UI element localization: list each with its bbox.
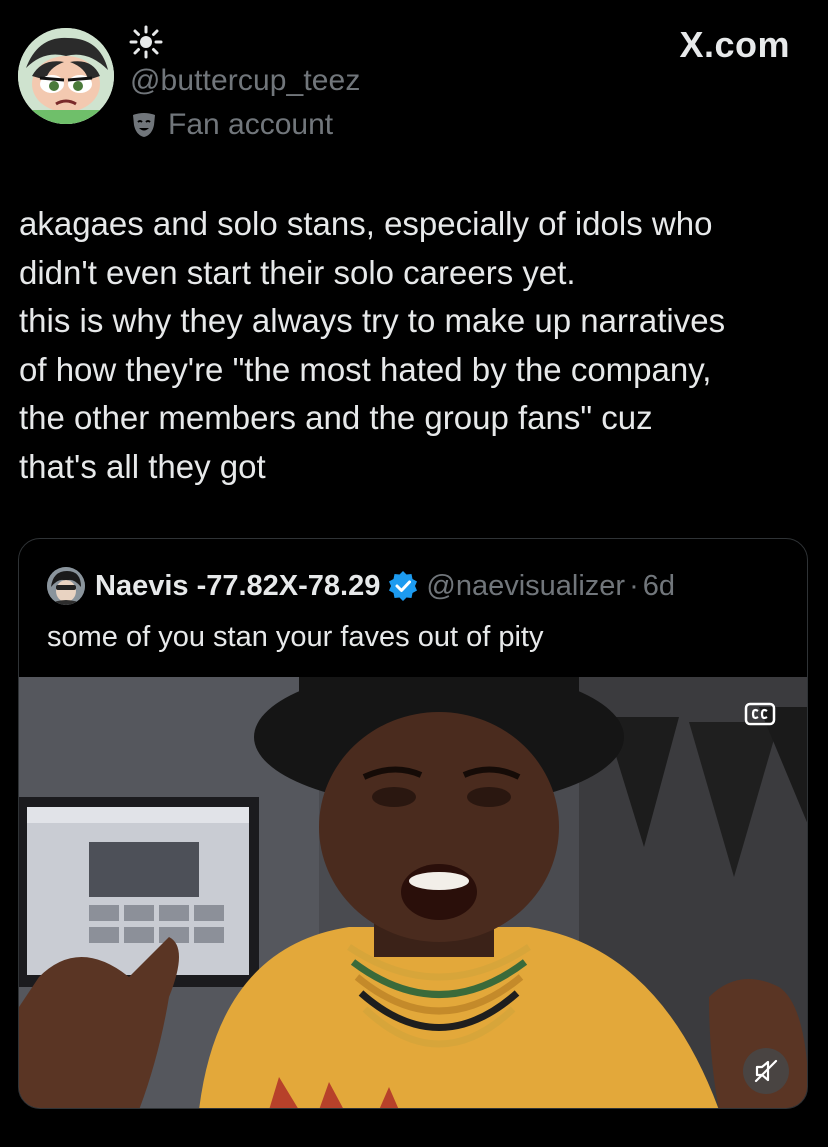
cartoon-avatar-icon — [18, 28, 114, 124]
quoted-tweet-card[interactable]: Naevis -77.82X-78.29 @naevisualizer · 6d… — [18, 538, 808, 1109]
tweet-text: akagaes and solo stans, especially of id… — [19, 205, 726, 485]
theater-mask-icon — [133, 113, 155, 137]
quoted-tweet-text: some of you stan your faves out of pity — [47, 621, 544, 653]
muted-speaker-icon — [754, 1059, 778, 1083]
brand-watermark: X.com — [679, 24, 790, 65]
quoted-tweet-time[interactable]: 6d — [643, 570, 675, 603]
author-handle[interactable]: @buttercup_teez — [130, 64, 360, 98]
verified-badge-icon — [389, 571, 418, 601]
video-frame — [19, 677, 807, 1108]
quoted-author-handle[interactable]: @naevisualizer — [426, 570, 625, 603]
quoted-tweet-header: Naevis -77.82X-78.29 @naevisualizer · 6d — [47, 567, 675, 605]
cc-icon[interactable] — [743, 697, 777, 731]
account-label: Fan account — [168, 108, 334, 141]
sun-icon — [129, 25, 163, 59]
mute-toggle-button[interactable] — [743, 1048, 789, 1094]
quoted-author-avatar[interactable] — [47, 567, 85, 605]
separator-dot: · — [629, 569, 639, 602]
quoted-avatar-icon — [47, 567, 85, 605]
profile-avatar[interactable] — [18, 28, 114, 124]
account-label-row: Fan account — [130, 108, 333, 142]
video-player[interactable] — [19, 677, 807, 1108]
quoted-author-name[interactable]: Naevis -77.82X-78.29 — [95, 570, 380, 603]
